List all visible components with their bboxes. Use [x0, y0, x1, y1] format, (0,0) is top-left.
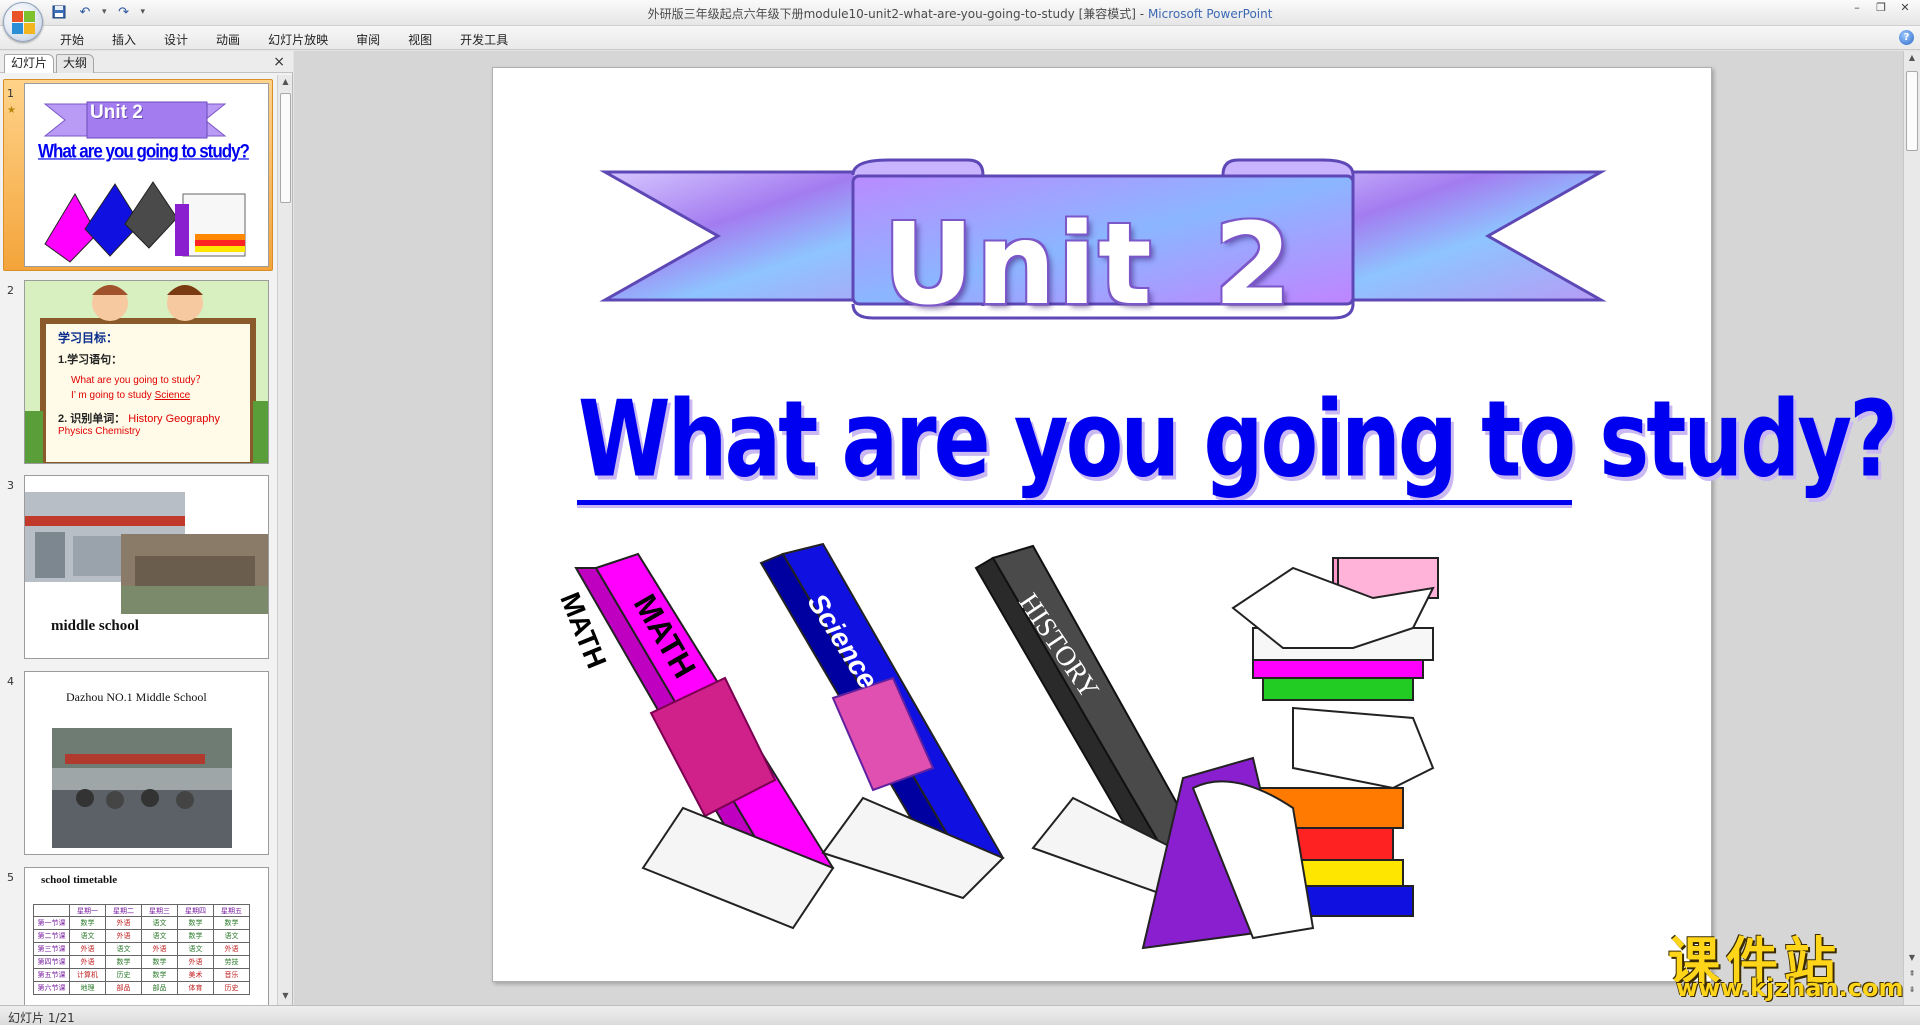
headline-underline — [577, 500, 1572, 505]
table-row: 第六节课 地理 部品 部品 体育 历史 — [33, 981, 250, 995]
current-slide[interactable]: Unit 2 What are you going to study? MATH … — [492, 67, 1898, 982]
table-row: 第三节课 外语 语文 外语 语文 外语 — [33, 942, 250, 956]
thumb2-line5: Physics Chemistry — [58, 426, 141, 437]
slides-panel: 幻灯片 大纲 × 1 ★ Unit 2 What are you going t… — [0, 51, 293, 1005]
thumb-headline: What are you going to study? — [38, 140, 250, 162]
help-icon[interactable]: ? — [1899, 30, 1914, 45]
slide-number: 3 — [7, 479, 14, 492]
thumb2-line3: I’ m going to study Science — [71, 390, 191, 401]
slide-number: 2 — [7, 284, 14, 297]
ribbon-tabs: 开始 插入 设计 动画 幻灯片放映 审阅 视图 开发工具 ? — [0, 26, 1920, 50]
scrollbar-thumb[interactable] — [1906, 71, 1918, 151]
window-controls: – ❐ ✕ — [1850, 2, 1912, 14]
tab-slides[interactable]: 幻灯片 — [4, 54, 55, 73]
slide-thumbnail-image: middle school — [24, 475, 269, 659]
slide-number: 4 — [7, 675, 14, 688]
tab-slideshow[interactable]: 幻灯片放映 — [268, 29, 342, 49]
scroll-down-icon[interactable]: ▼ — [280, 991, 291, 1003]
tab-design[interactable]: 设计 — [164, 29, 202, 49]
close-icon[interactable]: ✕ — [1898, 2, 1912, 14]
scroll-up-icon[interactable]: ▲ — [280, 77, 291, 89]
slide-counter: 幻灯片 1/21 — [8, 1011, 75, 1025]
table-row: 第二节课 语文 外语 语文 数学 语文 — [33, 929, 250, 943]
office-button[interactable] — [3, 2, 43, 42]
thumb3-caption: middle school — [51, 618, 139, 634]
panel-tabs: 幻灯片 大纲 × — [0, 51, 293, 73]
transition-star-icon: ★ — [7, 105, 16, 116]
thumb5-caption: school timetable — [41, 874, 118, 886]
slide-thumbnail-list: 1 ★ Unit 2 What are you going to study? — [0, 75, 276, 1005]
table-row: 第一节课 数学 外语 语文 数学 数学 — [33, 916, 250, 930]
tab-review[interactable]: 审阅 — [356, 29, 394, 49]
thumb-unit-title: Unit 2 — [90, 102, 143, 123]
slide-thumbnail-image: Unit 2 What are you going to study? — [24, 83, 269, 267]
minimize-icon[interactable]: – — [1850, 2, 1864, 14]
close-panel-icon[interactable]: × — [273, 54, 285, 70]
tab-outline[interactable]: 大纲 — [56, 54, 95, 73]
thumb2-line4: 2. 识别单词： History Geography — [58, 413, 221, 425]
scroll-down-icon[interactable]: ▼ — [1906, 953, 1918, 965]
window-title: 外研版三年级起点六年级下册module10-unit2-what-are-you… — [0, 5, 1920, 22]
watermark-url: www.kjzhan.com — [1676, 974, 1904, 1002]
unit-title: Unit 2 — [883, 200, 1294, 330]
tab-view[interactable]: 视图 — [408, 29, 446, 49]
next-slide-icon[interactable]: ⇟ — [1906, 985, 1918, 997]
document-title: 外研版三年级起点六年级下册module10-unit2-what-are-you… — [647, 7, 1148, 21]
tab-animations[interactable]: 动画 — [216, 29, 254, 49]
status-bar: 幻灯片 1/21 — [0, 1005, 1920, 1025]
table-row: 星期一 星期二 星期三 星期四 星期五 — [33, 904, 250, 917]
scrollbar-thumb[interactable] — [280, 93, 291, 203]
scroll-up-icon[interactable]: ▲ — [1906, 53, 1918, 65]
slide-number: 1 — [7, 87, 14, 100]
slide-thumbnail-image: 学习目标： 1.学习语句： What are you going to stud… — [24, 280, 269, 464]
slide-editing-area: Unit 2 What are you going to study? MATH … — [294, 51, 1903, 1005]
slide-thumbnail-image: school timetable 星期一 星期二 星期三 星期四 星期五 第一节… — [24, 867, 269, 1005]
slide-number: 5 — [7, 871, 14, 884]
tab-insert[interactable]: 插入 — [112, 29, 150, 49]
table-row: 第四节课 外语 数学 数学 外语 劳技 — [33, 955, 250, 969]
tab-home[interactable]: 开始 — [60, 29, 98, 49]
office-logo-icon — [12, 11, 36, 35]
slide-thumbnail-image: Dazhou NO.1 Middle School — [24, 671, 269, 855]
previous-slide-icon[interactable]: ⇞ — [1906, 969, 1918, 981]
slide-headline: What are you going to study? — [578, 378, 1898, 501]
app-name: Microsoft PowerPoint — [1147, 7, 1273, 21]
table-row: 第五节课 计算机 历史 数学 美术 音乐 — [33, 968, 250, 982]
restore-icon[interactable]: ❐ — [1874, 2, 1888, 14]
title-bar: ↶ ▾ ↷ ▾ 外研版三年级起点六年级下册module10-unit2-what… — [0, 0, 1920, 42]
thumb2-goal: 学习目标： — [58, 331, 119, 345]
thumb2-line2: What are you going to study？ — [71, 375, 206, 386]
timetable: 星期一 星期二 星期三 星期四 星期五 第一节课 数学 外语 语文 数学 数学 — [33, 904, 250, 995]
thumb2-line1: 1.学习语句： — [58, 354, 123, 366]
ribbon-tab-list: 开始 插入 设计 动画 幻灯片放映 审阅 视图 开发工具 — [60, 29, 536, 49]
book-stack — [1141, 557, 1439, 950]
slide-scrollbar[interactable]: ▲ ▼ ⇞ ⇟ — [1903, 51, 1920, 1005]
thumbnails-scrollbar[interactable]: ▲ ▼ — [277, 75, 292, 1005]
tab-developer[interactable]: 开发工具 — [460, 29, 522, 49]
